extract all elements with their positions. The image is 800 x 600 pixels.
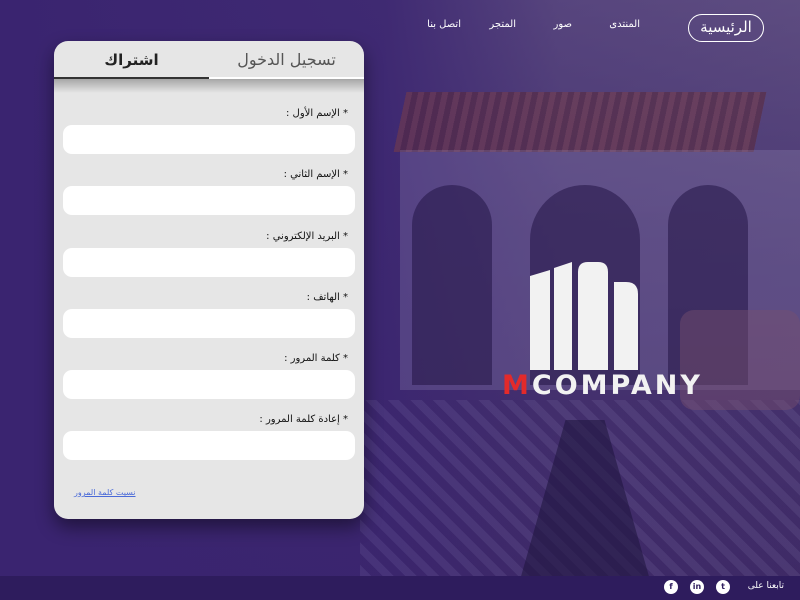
forgot-password-link[interactable]: نسيت كلمة المرور (74, 488, 136, 497)
phone-label: * الهاتف : (306, 292, 348, 303)
company-logo: MCOMPANY (500, 262, 700, 412)
nav-home-button[interactable]: الرئيسية (688, 14, 764, 42)
logo-word: COMPANY (531, 370, 703, 401)
follow-us-label: تابعنا على (747, 581, 784, 591)
confirm-password-label: * إعادة كلمة المرور : (259, 414, 348, 425)
confirm-password-input[interactable] (63, 431, 355, 460)
email-input[interactable] (63, 248, 355, 277)
footer: تابعنا على t in f (0, 576, 800, 600)
nav-link-photos[interactable]: صور (554, 19, 573, 30)
last-name-input[interactable] (63, 186, 355, 215)
first-name-input[interactable] (63, 125, 355, 154)
password-label: * كلمة المرور : (284, 353, 348, 364)
logo-letter-m: M (502, 370, 532, 401)
company-logo-text: MCOMPANY (502, 370, 703, 401)
nav-link-contact[interactable]: اتصل بنا (427, 19, 461, 30)
tabs-shadow (54, 79, 364, 93)
form-tabs: اشتراك تسجيل الدخول (54, 41, 364, 79)
password-input[interactable] (63, 370, 355, 399)
linkedin-icon[interactable]: in (690, 580, 704, 594)
tab-signup[interactable]: اشتراك (54, 41, 209, 79)
tab-login[interactable]: تسجيل الدخول (209, 41, 364, 79)
email-label: * البريد الإلكتروني : (266, 231, 348, 242)
background-roof (393, 92, 767, 152)
twitter-icon[interactable]: t (716, 580, 730, 594)
signup-form-card: اشتراك تسجيل الدخول * الإسم الأول : * ال… (54, 41, 364, 519)
facebook-icon[interactable]: f (664, 580, 678, 594)
last-name-label: * الإسم الثاني : (283, 169, 348, 180)
background-arch (412, 185, 492, 385)
phone-input[interactable] (63, 309, 355, 338)
nav-link-forum[interactable]: المنتدى (609, 19, 640, 30)
first-name-label: * الإسم الأول : (286, 108, 348, 119)
nav-link-store[interactable]: المتجر (489, 19, 516, 30)
company-logo-mark-icon (530, 262, 638, 370)
